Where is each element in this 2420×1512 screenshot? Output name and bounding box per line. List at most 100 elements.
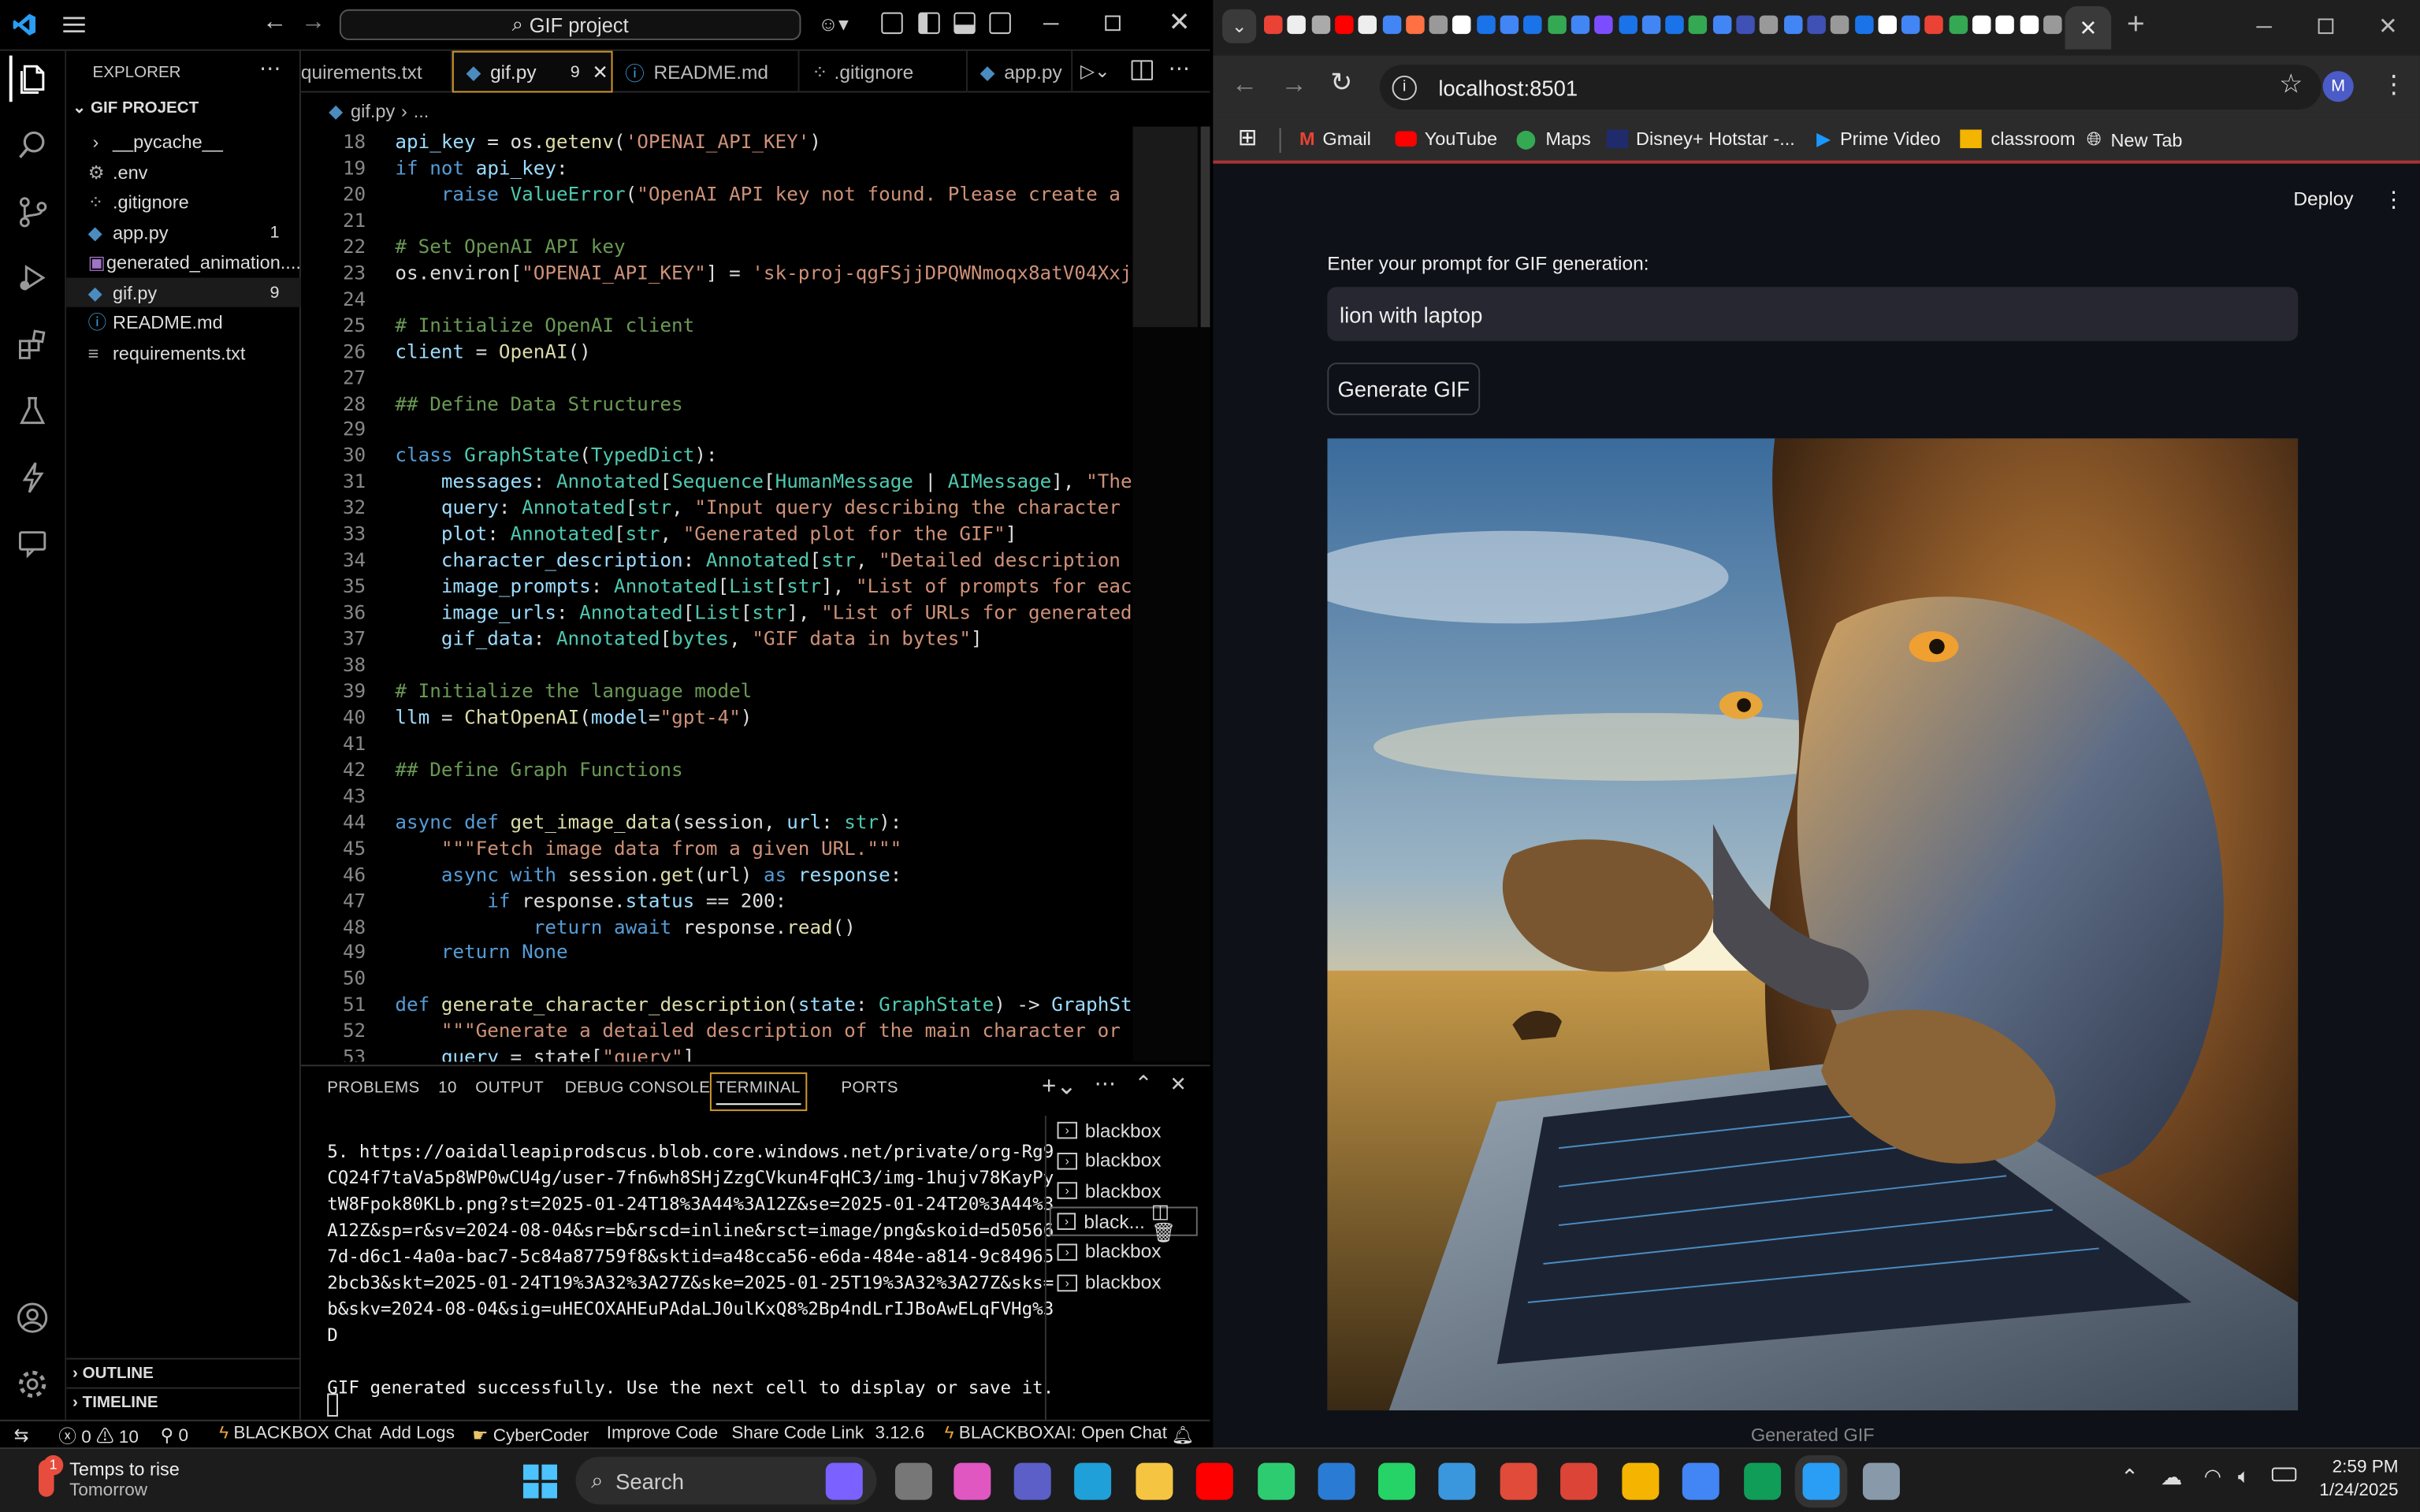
onedrive-icon[interactable]: ☁ (2161, 1465, 2182, 1491)
code-line[interactable]: plot: Annotated[str, "Generated plot for… (395, 522, 1017, 544)
tab-favicon-icon[interactable] (1358, 15, 1377, 35)
chrome-profile-icon[interactable] (1682, 1462, 1719, 1500)
chrome-icon[interactable] (1560, 1462, 1598, 1500)
copilot-icon[interactable]: ☺▾ (818, 13, 855, 37)
split-editor-icon[interactable] (1131, 60, 1153, 80)
code-editor[interactable]: 18 api_key = os.getenv('OPENAI_API_KEY') 1… (301, 127, 1210, 1062)
tab-favicon-icon[interactable] (2019, 15, 2039, 35)
forward-icon[interactable]: → (301, 9, 325, 37)
terminal-instance[interactable]: › blackbox (1057, 1146, 1161, 1176)
tab-app-py[interactable]: ◆ app.py (968, 50, 1073, 93)
maximize-icon[interactable] (2318, 18, 2334, 35)
more-actions-icon[interactable]: ⋯ (1169, 56, 1190, 82)
edge-icon[interactable] (1074, 1462, 1112, 1500)
bookmark-star-icon[interactable]: ☆ (2279, 69, 2303, 100)
file-explorer-icon[interactable] (1136, 1462, 1173, 1500)
chrome-menu-icon[interactable]: ⋮ (2381, 69, 2406, 100)
whatsapp-icon[interactable] (1377, 1462, 1415, 1500)
code-line[interactable]: class GraphState(TypedDict): (395, 444, 717, 466)
code-line[interactable]: ## Define Data Structures (395, 391, 682, 414)
ports-status[interactable]: ⚲ 0 (161, 1425, 188, 1447)
copilot-icon[interactable] (825, 1462, 863, 1500)
code-line[interactable]: query: Annotated[str, "Input query descr… (395, 496, 1190, 518)
tab-gitignore[interactable]: ⁘ .gitignore (800, 50, 968, 93)
code-line[interactable]: return await response.read() (395, 914, 856, 937)
tree-item-requirements[interactable]: ≡ requirements.txt (66, 338, 301, 367)
tab-favicon-icon[interactable] (1500, 15, 1519, 35)
code-line[interactable]: async with session.get(url) as response: (395, 862, 902, 885)
tab-ports[interactable]: PORTS (841, 1079, 898, 1098)
code-line[interactable]: client = OpenAI() (395, 339, 590, 362)
copilot-app-icon[interactable] (954, 1462, 991, 1500)
minimize-icon[interactable] (1043, 23, 1059, 26)
code-line[interactable]: gif_data: Annotated[bytes, "GIF data in … (395, 626, 983, 649)
tree-item-generated-animation[interactable]: ▣ generated_animation.... (66, 247, 301, 276)
tab-favicon-icon[interactable] (1854, 15, 1873, 35)
tab-terminal[interactable]: TERMINAL (709, 1072, 807, 1112)
maximize-icon[interactable] (1105, 15, 1121, 32)
tree-item-readme[interactable]: ⓘ README.md (66, 307, 301, 336)
close-icon[interactable]: ✕ (2378, 13, 2398, 40)
tab-favicon-icon[interactable] (1310, 15, 1330, 35)
address-bar[interactable]: i localhost:8501 ☆ (1379, 65, 2321, 110)
tab-requirements[interactable]: quirements.txt (301, 50, 452, 93)
profile-avatar[interactable]: M (2322, 71, 2354, 102)
wifi-icon[interactable]: ◠ (2204, 1465, 2221, 1489)
scrollbar[interactable] (1200, 126, 1210, 328)
reload-icon[interactable]: ↻ (1330, 68, 1352, 98)
breadcrumb-symbol[interactable]: ... (414, 100, 429, 121)
code-line[interactable]: if response.status == 200: (395, 888, 786, 911)
tab-favicon-icon[interactable] (1571, 15, 1590, 35)
tab-favicon-icon[interactable] (1547, 15, 1567, 35)
tab-favicon-icon[interactable] (1831, 15, 1849, 35)
minimize-icon[interactable] (2256, 26, 2272, 28)
tab-favicon-icon[interactable] (1665, 15, 1684, 35)
tree-item-gif-py[interactable]: ◆ gif.py 9 (66, 277, 301, 307)
more-actions-icon[interactable]: ⋯ (1095, 1071, 1116, 1097)
code-line[interactable]: # Initialize the language model (395, 679, 752, 702)
code-line[interactable]: image_prompts: Annotated[List[str], "Lis… (395, 574, 1190, 597)
bookmark-hotstar[interactable]: Disney+ Hotstar -... (1606, 128, 1795, 150)
bookmark-classroom[interactable]: classroom (1960, 128, 2076, 150)
task-view-icon[interactable] (894, 1462, 932, 1500)
breadcrumb-file[interactable]: gif.py (351, 100, 395, 121)
tab-favicon-icon[interactable] (1334, 15, 1354, 35)
code-line[interactable]: # Set OpenAI API key (395, 234, 625, 257)
tab-favicon-icon[interactable] (1429, 15, 1448, 35)
tree-item-env[interactable]: ⚙ .env (66, 158, 301, 187)
settings-gear-icon[interactable] (9, 1361, 56, 1407)
apps-grid-icon[interactable]: ⊞ (1238, 124, 1258, 151)
code-line[interactable]: character_description: Annotated[str, "D… (395, 548, 1190, 571)
pinned-tab-favicons[interactable] (1264, 15, 2066, 40)
status-add-logs[interactable]: Add Logs (380, 1425, 455, 1443)
run-python-icon[interactable]: ▷⌄ (1080, 60, 1110, 81)
status-share-code-link[interactable]: Share Code Link (731, 1425, 864, 1443)
back-icon[interactable]: ← (1232, 69, 1258, 100)
chrome-profile-icon[interactable] (1744, 1462, 1782, 1500)
terminal-instance[interactable]: › blackbox (1057, 1116, 1161, 1145)
code-line[interactable]: query = state["query"] (395, 1045, 694, 1061)
tab-favicon-icon[interactable] (1783, 15, 1802, 35)
tab-favicon-icon[interactable] (1712, 15, 1731, 35)
source-control-icon[interactable] (9, 188, 56, 235)
youtube-icon[interactable] (1195, 1462, 1233, 1500)
weather-widget[interactable]: 1 (28, 1454, 65, 1497)
code-line[interactable]: raise ValueError("OpenAI API key not fou… (395, 182, 1178, 205)
tab-favicon-icon[interactable] (1689, 15, 1708, 35)
blackbox-icon[interactable] (9, 454, 56, 500)
back-icon[interactable]: ← (262, 9, 287, 37)
clock-date[interactable]: 1/24/2025 (2306, 1481, 2398, 1500)
more-actions-icon[interactable]: ⋯ (259, 56, 281, 82)
notifications-bell-icon[interactable]: 🔔︎ (1172, 1425, 1195, 1447)
toggle-sidebar-icon[interactable] (918, 12, 940, 35)
outline-section[interactable]: › OUTLINE (72, 1364, 154, 1383)
windows-start-icon[interactable] (522, 1464, 558, 1499)
testing-icon[interactable] (9, 388, 56, 434)
new-tab-icon[interactable]: + (2127, 8, 2145, 43)
search-view-icon[interactable] (9, 122, 56, 169)
prompt-input[interactable]: lion with laptop (1327, 287, 2299, 341)
tab-favicon-icon[interactable] (1901, 15, 1920, 35)
tab-favicon-icon[interactable] (1287, 15, 1307, 35)
generate-gif-button[interactable]: Generate GIF (1327, 362, 1481, 415)
toggle-secondary-sidebar-icon[interactable] (989, 12, 1011, 35)
